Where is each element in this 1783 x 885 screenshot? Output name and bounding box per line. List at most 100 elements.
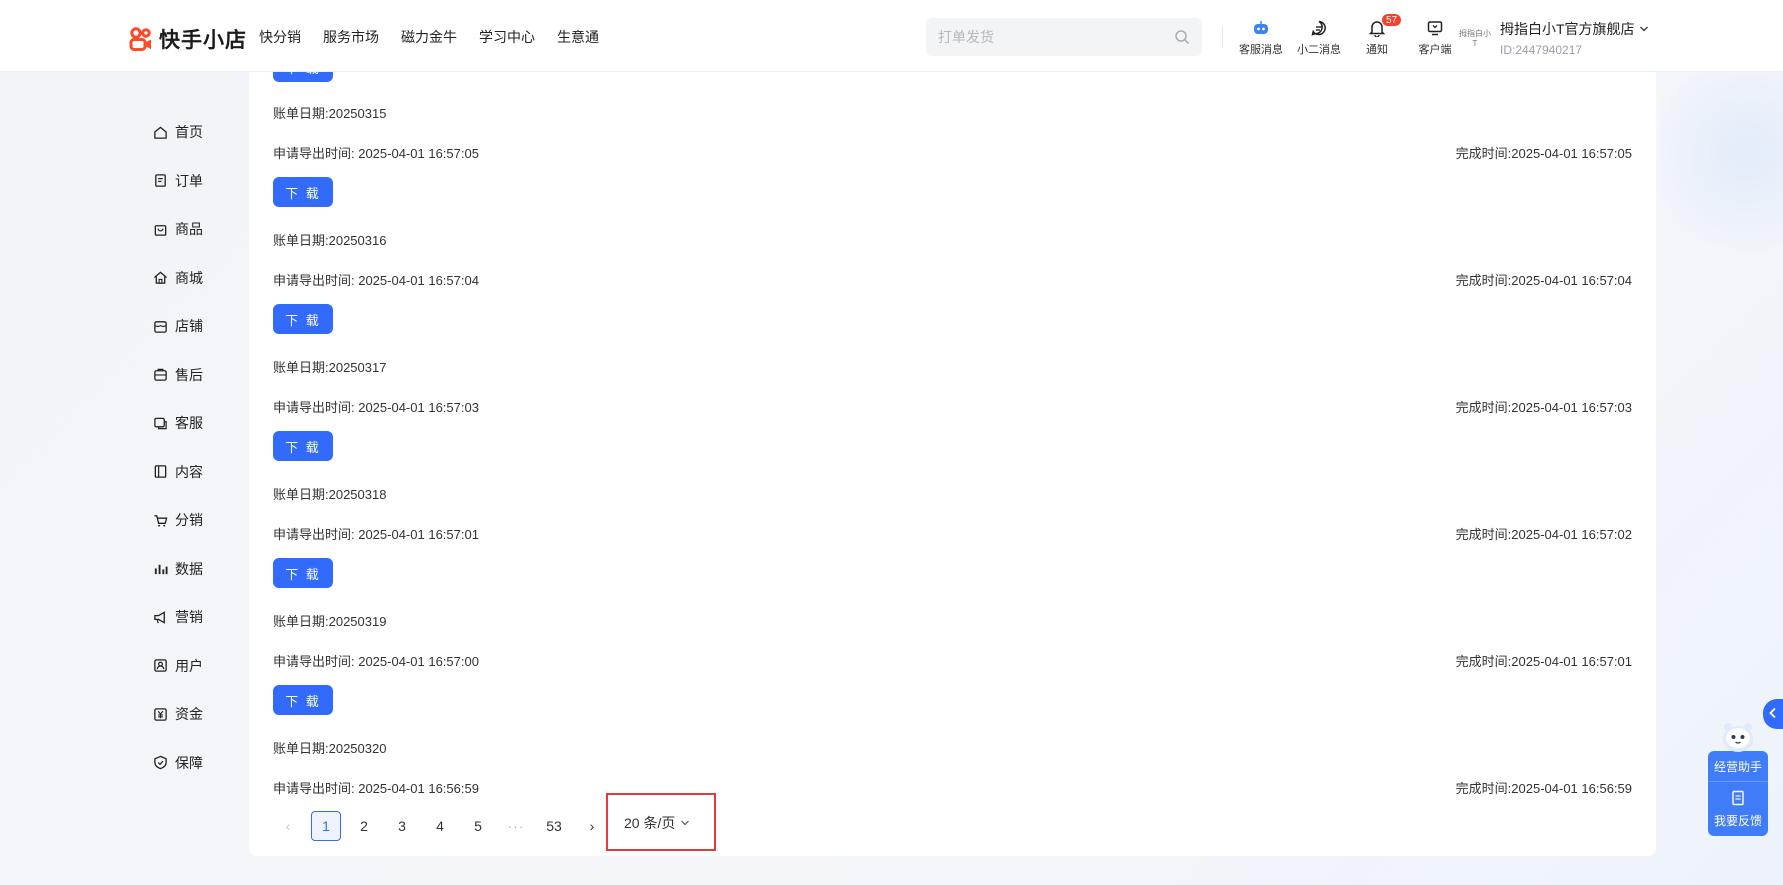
download-button[interactable]: 下 载 — [273, 431, 333, 461]
download-button[interactable]: 下 载 — [273, 304, 333, 334]
bill-date: 账单日期:20250316 — [273, 233, 387, 248]
monitor-icon — [1425, 18, 1445, 38]
sidebar-item-guarantee[interactable]: 保障 — [152, 739, 242, 788]
sidebar-item-store[interactable]: 店铺 — [152, 302, 242, 351]
store-icon — [152, 318, 168, 334]
sidebar-item-label: 首页 — [175, 124, 203, 141]
complete-time: 完成时间:2025-04-01 16:57:01 — [1455, 654, 1632, 669]
page-5-button[interactable]: 5 — [463, 811, 493, 841]
sidebar-item-home[interactable]: 首页 — [152, 108, 242, 157]
distribution-icon — [152, 512, 168, 528]
sidebar-item-label: 数据 — [175, 560, 203, 577]
download-button[interactable]: 下 载 — [273, 558, 333, 588]
chevron-down-icon — [680, 815, 690, 831]
search-input[interactable] — [938, 29, 1174, 45]
sidebar-item-distribution[interactable]: 分销 — [152, 496, 242, 545]
apply-export-time: 申请导出时间: 2025-04-01 16:57:00 — [273, 654, 479, 669]
mascot-icon — [1716, 717, 1760, 753]
sidebar-item-product[interactable]: 商品 — [152, 205, 242, 254]
sidebar-item-label: 售后 — [175, 366, 203, 383]
complete-time: 完成时间:2025-04-01 16:56:59 — [1455, 781, 1632, 796]
logo-text: 快手小店 — [159, 29, 247, 52]
nav-learning-center[interactable]: 学习中心 — [479, 27, 535, 47]
apply-export-time: 申请导出时间: 2025-04-01 16:56:59 — [273, 781, 479, 796]
next-page-button[interactable]: › — [577, 811, 607, 841]
sidebar-item-mall[interactable]: 商城 — [152, 254, 242, 303]
data-icon — [152, 561, 168, 577]
notification-badge: 57 — [1381, 13, 1403, 27]
xiaoer-message-button[interactable]: 小二消息 — [1296, 18, 1342, 57]
feedback-button[interactable]: 我要反馈 — [1708, 781, 1768, 836]
sidebar-item-label: 商品 — [175, 221, 203, 238]
bill-date: 账单日期:20250315 — [273, 106, 387, 121]
download-button[interactable]: 下 载 — [273, 685, 333, 715]
page-2-button[interactable]: 2 — [349, 811, 379, 841]
service-icon — [152, 415, 168, 431]
sidebar-item-service[interactable]: 客服 — [152, 399, 242, 448]
header-tools: 客服消息 小二消息 57 通知 客户端 — [1238, 13, 1458, 57]
page-1-button[interactable]: 1 — [311, 811, 341, 841]
sidebar-item-label: 商城 — [175, 269, 203, 286]
complete-time: 完成时间:2025-04-01 16:57:04 — [1455, 273, 1632, 288]
pagination: ‹ 1 2 3 4 5 ··· 53 › — [273, 811, 607, 841]
page-size-highlight: 20 条/页 — [606, 793, 716, 851]
business-assistant-button[interactable]: 经营助手 — [1708, 751, 1768, 781]
nav-shengyitong[interactable]: 生意通 — [557, 27, 599, 47]
sidebar-item-label: 店铺 — [175, 318, 203, 335]
apply-export-time: 申请导出时间: 2025-04-01 16:57:05 — [273, 146, 479, 161]
page-4-button[interactable]: 4 — [425, 811, 455, 841]
nav-cili-jinniu[interactable]: 磁力金牛 — [401, 27, 457, 47]
aftersale-icon — [152, 367, 168, 383]
shop-id: ID:2447940217 — [1500, 43, 1583, 57]
download-button[interactable]: 下 载 — [273, 177, 333, 207]
bill-date: 账单日期:20250318 — [273, 487, 387, 502]
more-pages-ellipsis[interactable]: ··· — [501, 811, 531, 841]
client-button[interactable]: 客户端 — [1412, 18, 1458, 57]
bill-date: 账单日期:20250317 — [273, 360, 387, 375]
last-page-button[interactable]: 53 — [539, 811, 569, 841]
sidebar-item-data[interactable]: 数据 — [152, 545, 242, 594]
sidebar: 首页 订单 商品 商城 店铺 售后 客服 内容 分销 数据 营销 用户 资金 保… — [152, 108, 242, 787]
sidebar-item-label: 内容 — [175, 463, 203, 480]
sidebar-item-label: 资金 — [175, 706, 203, 723]
sidebar-item-aftersale[interactable]: 售后 — [152, 351, 242, 400]
search-icon[interactable] — [1174, 29, 1190, 45]
mall-icon — [152, 270, 168, 286]
customer-message-button[interactable]: 客服消息 — [1238, 18, 1284, 57]
xiaoer-message-label: 小二消息 — [1297, 44, 1341, 56]
prev-page-button[interactable]: ‹ — [273, 811, 303, 841]
page-size-select[interactable]: 20 条/页 — [618, 808, 696, 838]
home-icon — [152, 124, 168, 140]
megaphone-icon — [152, 609, 168, 625]
kuaishou-logo-icon — [129, 27, 153, 51]
sidebar-item-user[interactable]: 用户 — [152, 642, 242, 691]
nav-kuaifenxiao[interactable]: 快分销 — [259, 27, 301, 47]
sidebar-item-marketing[interactable]: 营销 — [152, 593, 242, 642]
background-decoration — [1660, 72, 1783, 272]
sidebar-item-content[interactable]: 内容 — [152, 448, 242, 497]
user-icon — [152, 658, 168, 674]
sidebar-item-label: 订单 — [175, 172, 203, 189]
notification-button[interactable]: 57 通知 — [1354, 13, 1403, 57]
shop-name: 拇指白小T官方旗舰店 — [1500, 21, 1635, 37]
sidebar-item-order[interactable]: 订单 — [152, 157, 242, 206]
logo[interactable]: 快手小店 — [129, 24, 247, 54]
sidebar-item-label: 营销 — [175, 609, 203, 626]
sidebar-item-label: 客服 — [175, 415, 203, 432]
sidebar-item-funds[interactable]: 资金 — [152, 690, 242, 739]
shop-account[interactable]: 拇指白小T 拇指白小T官方旗舰店 ID:2447940217 — [1458, 19, 1649, 57]
notification-label: 通知 — [1366, 44, 1388, 56]
chat-icon — [1309, 18, 1329, 38]
download-button[interactable]: 下 载 — [273, 72, 333, 82]
divider — [1222, 26, 1223, 48]
sidebar-item-label: 分销 — [175, 512, 203, 529]
complete-time: 完成时间:2025-04-01 16:57:03 — [1455, 400, 1632, 415]
complete-time: 完成时间:2025-04-01 16:57:02 — [1455, 527, 1632, 542]
apply-export-time: 申请导出时间: 2025-04-01 16:57:03 — [273, 400, 479, 415]
shop-name-row: 拇指白小T官方旗舰店 — [1500, 19, 1649, 39]
complete-time: 完成时间:2025-04-01 16:57:05 — [1455, 146, 1632, 161]
sidebar-item-label: 用户 — [175, 657, 203, 674]
search-box[interactable] — [926, 18, 1202, 56]
page-3-button[interactable]: 3 — [387, 811, 417, 841]
nav-service-market[interactable]: 服务市场 — [323, 27, 379, 47]
